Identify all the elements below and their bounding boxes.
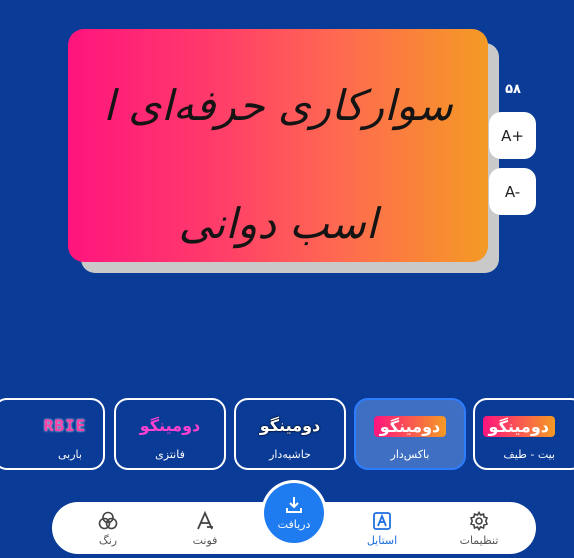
style-text-icon bbox=[371, 510, 393, 532]
text-preview-card: سوارکاری حرفه‌ای ا اسب دوانی bbox=[68, 29, 488, 262]
palette-circles-icon bbox=[97, 510, 119, 532]
increase-font-size-button[interactable]: A+ bbox=[489, 112, 536, 159]
nav-font-label: فونت bbox=[192, 533, 218, 547]
style-tile-barbie[interactable]: RBIE باربی bbox=[0, 398, 105, 470]
style-preview-barbie: RBIE bbox=[43, 416, 87, 435]
style-tile-outline[interactable]: دومینگو حاشیه‌دار bbox=[234, 398, 346, 470]
style-preview-gradient: دومینگو bbox=[482, 416, 555, 437]
font-size-value: ۵۸ bbox=[505, 82, 521, 97]
style-preview-outline: دومینگو bbox=[259, 416, 321, 435]
download-icon bbox=[284, 495, 304, 518]
download-label: دریافت bbox=[277, 518, 311, 531]
style-label-fantasy: فانتزی bbox=[155, 448, 185, 461]
style-tile-fantasy[interactable]: دومینگو فانتزی bbox=[114, 398, 226, 470]
style-label-boxed: باکس‌دار bbox=[390, 448, 430, 461]
style-preview-boxed: دومینگو bbox=[373, 416, 447, 437]
nav-settings-label: تنظیمات bbox=[459, 533, 499, 547]
font-letter-icon bbox=[194, 510, 216, 532]
nav-font[interactable]: فونت bbox=[170, 504, 240, 552]
preview-line-1: سوارکاری حرفه‌ای ا bbox=[103, 81, 453, 130]
style-label-barbie: باربی bbox=[58, 448, 82, 461]
decrease-font-size-button[interactable]: A- bbox=[489, 168, 536, 215]
nav-settings[interactable]: تنظیمات bbox=[444, 504, 514, 552]
download-button[interactable]: دریافت bbox=[264, 483, 324, 543]
gear-icon bbox=[468, 510, 490, 532]
style-label-gradient: بیت - طیف bbox=[503, 448, 555, 461]
style-tile-gradient[interactable]: دومینگو بیت - طیف bbox=[473, 398, 574, 470]
preview-line-2: اسب دوانی bbox=[178, 199, 378, 248]
nav-style-label: استایل bbox=[366, 533, 398, 547]
style-label-outline: حاشیه‌دار bbox=[269, 448, 311, 461]
nav-color[interactable]: رنگ bbox=[73, 504, 143, 552]
nav-style[interactable]: استایل bbox=[347, 504, 417, 552]
style-preview-fantasy: دومینگو bbox=[139, 416, 201, 435]
style-tile-boxed[interactable]: دومینگو باکس‌دار bbox=[354, 398, 466, 470]
nav-color-label: رنگ bbox=[98, 533, 118, 547]
